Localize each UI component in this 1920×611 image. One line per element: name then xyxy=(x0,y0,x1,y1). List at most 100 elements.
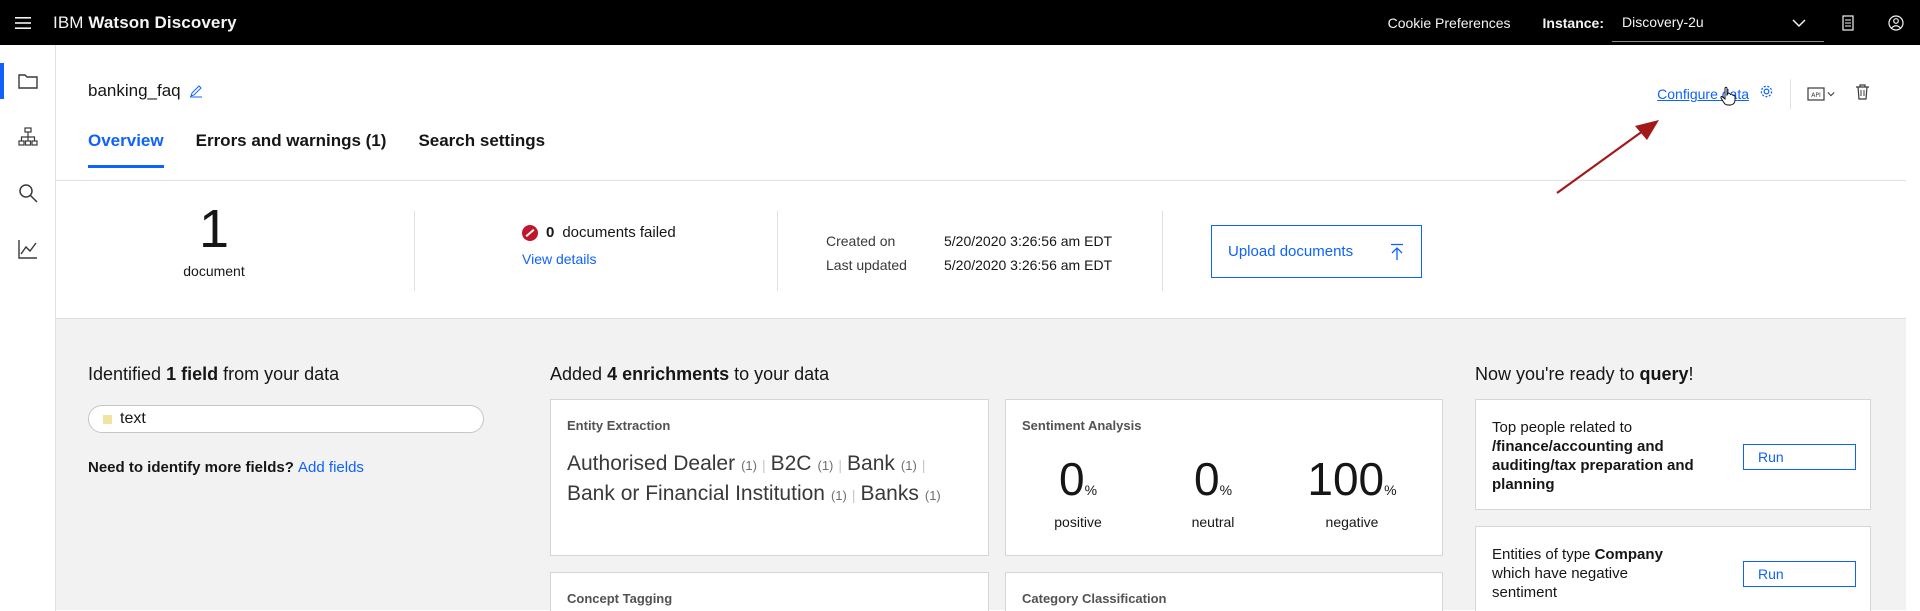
fields-title-bold: 1 field xyxy=(166,364,219,384)
created-on-label: Created on xyxy=(826,233,896,249)
instance-dropdown[interactable]: Discovery-2u xyxy=(1612,4,1824,42)
nav-build-queries-icon[interactable] xyxy=(0,109,56,165)
top-bar: IBM Watson Discovery Cookie Preferences … xyxy=(0,0,1920,45)
card-title: Concept Tagging xyxy=(567,591,673,606)
concept-tagging-card[interactable]: Concept Tagging xyxy=(550,572,989,611)
tab-list: Overview Errors and warnings (1) Search … xyxy=(88,131,545,168)
divider xyxy=(777,211,778,291)
last-updated-value: 5/20/2020 3:26:56 am EDT xyxy=(944,257,1113,273)
query-title-pre: Now you're ready to xyxy=(1475,364,1640,384)
user-avatar-icon[interactable] xyxy=(1872,0,1920,45)
entity-item: B2C (1) xyxy=(771,452,834,475)
tab-errors-and-warnings[interactable]: Errors and warnings (1) xyxy=(196,131,387,167)
error-status-icon xyxy=(522,224,538,241)
nav-search-icon[interactable] xyxy=(0,165,56,221)
query-text-post: which have negative sentiment xyxy=(1492,565,1628,601)
trash-icon[interactable] xyxy=(1855,83,1870,105)
sentiment-label: neutral xyxy=(1191,514,1235,530)
add-fields-link[interactable]: Add fields xyxy=(298,459,364,476)
fields-title-pre: Identified xyxy=(88,364,167,384)
fields-title-post: from your data xyxy=(218,364,340,384)
documentation-icon[interactable] xyxy=(1824,0,1872,45)
sentiment-unit: % xyxy=(1219,482,1233,498)
view-details-link[interactable]: View details xyxy=(522,251,596,267)
failed-label: documents failed xyxy=(562,224,676,241)
entity-list: Authorised Dealer (1) | B2C (1) | Bank (1) | Ban… xyxy=(567,450,967,510)
hamburger-menu-icon[interactable] xyxy=(0,0,45,45)
query-text-pre: Top people related to xyxy=(1492,419,1633,436)
cookie-preferences-link[interactable]: Cookie Preferences xyxy=(1388,15,1511,31)
divider xyxy=(1790,79,1791,109)
separator: | xyxy=(851,487,856,503)
entity-item: Bank (1) xyxy=(847,452,917,475)
run-query-button[interactable]: Run xyxy=(1743,444,1856,470)
sentiment-neutral: 0% neutral xyxy=(1153,454,1273,530)
entity-item: Authorised Dealer (1) xyxy=(567,452,757,475)
gear-icon[interactable] xyxy=(1759,84,1774,104)
document-count: 1 document xyxy=(156,199,272,279)
hand-cursor-icon xyxy=(1720,86,1736,106)
enrichments-title-pre: Added xyxy=(550,364,608,384)
query-title-post: ! xyxy=(1688,364,1694,384)
collection-overview-content: Identified 1 field from your data text N… xyxy=(56,319,1906,611)
fields-title: Identified 1 field from your data xyxy=(88,364,339,385)
suggested-query-card: Entities of type Company which have nega… xyxy=(1475,526,1871,611)
sentiment-analysis-card[interactable]: Sentiment Analysis 0% positive 0% neutra… xyxy=(1005,399,1443,556)
instance-value: Discovery-2u xyxy=(1622,14,1704,30)
sentiment-value: 100 xyxy=(1307,453,1385,505)
sentiment-unit: % xyxy=(1084,482,1098,498)
sentiment-label: positive xyxy=(1054,514,1102,530)
collection-title: banking_faq xyxy=(88,81,203,101)
annotation-arrow xyxy=(1556,120,1659,194)
collection-stats: 1 document 0 documents failed View detai… xyxy=(56,181,1906,319)
tab-search-settings[interactable]: Search settings xyxy=(418,131,545,167)
entity-name: Bank or Financial Institution xyxy=(567,482,825,505)
sentiment-negative: 100% negative xyxy=(1292,454,1412,530)
suggested-query-text: Top people related to /finance/accountin… xyxy=(1492,418,1707,494)
entity-name: Bank xyxy=(847,452,895,475)
nav-manage-data-folder-icon[interactable] xyxy=(0,53,56,109)
divider xyxy=(1162,211,1163,291)
query-title: Now you're ready to query! xyxy=(1475,364,1694,385)
api-menu-icon[interactable]: API xyxy=(1807,87,1835,101)
nav-analytics-chart-icon[interactable] xyxy=(0,221,56,277)
query-text-bold: /finance/accounting and auditing/tax pre… xyxy=(1492,438,1694,493)
edit-pencil-icon[interactable] xyxy=(189,84,203,98)
run-query-button[interactable]: Run xyxy=(1743,561,1856,587)
entity-item: Banks (1) xyxy=(861,482,941,505)
card-title: Category Classification xyxy=(1022,591,1167,606)
brand-prefix: IBM xyxy=(53,12,84,32)
field-tag[interactable]: text xyxy=(88,405,484,433)
identify-more-fields: Need to identify more fields? Add fields xyxy=(88,459,364,476)
sentiment-label: negative xyxy=(1325,514,1379,530)
product-name[interactable]: IBM Watson Discovery xyxy=(53,13,237,33)
enrichments-title-post: to your data xyxy=(729,364,830,384)
svg-text:API: API xyxy=(1811,92,1821,99)
query-text-pre: Entities of type xyxy=(1492,546,1595,563)
entity-extraction-card[interactable]: Entity Extraction Authorised Dealer (1) | B… xyxy=(550,399,989,556)
upload-documents-button[interactable]: Upload documents xyxy=(1211,225,1422,278)
chevron-down-icon xyxy=(1792,18,1806,27)
tab-overview[interactable]: Overview xyxy=(88,131,164,168)
sentiment-value: 0 xyxy=(1193,453,1220,505)
card-title: Sentiment Analysis xyxy=(1022,418,1142,433)
sentiment-value: 0 xyxy=(1058,453,1085,505)
enrichments-title-bold: 4 enrichments xyxy=(607,364,730,384)
documents-failed: 0 documents failed xyxy=(522,224,676,241)
category-classification-card[interactable]: Category Classification xyxy=(1005,572,1443,611)
document-count-number: 1 xyxy=(198,199,230,259)
entity-name: Banks xyxy=(860,482,919,505)
entity-item: Bank or Financial Institution (1) xyxy=(567,482,847,505)
brand-product: Watson Discovery xyxy=(88,12,237,32)
entity-count: (1) xyxy=(924,488,941,503)
instance-label: Instance: xyxy=(1542,14,1604,31)
separator: | xyxy=(838,457,843,473)
divider xyxy=(414,211,415,291)
left-navigation-rail xyxy=(0,45,56,611)
collection-dates: Created on 5/20/2020 3:26:56 am EDT Last… xyxy=(826,229,1112,277)
collection-name: banking_faq xyxy=(88,81,181,100)
entity-count: (1) xyxy=(900,458,917,473)
field-tag-label: text xyxy=(120,410,146,427)
upload-arrow-icon xyxy=(1391,243,1403,260)
entity-count: (1) xyxy=(817,458,834,473)
